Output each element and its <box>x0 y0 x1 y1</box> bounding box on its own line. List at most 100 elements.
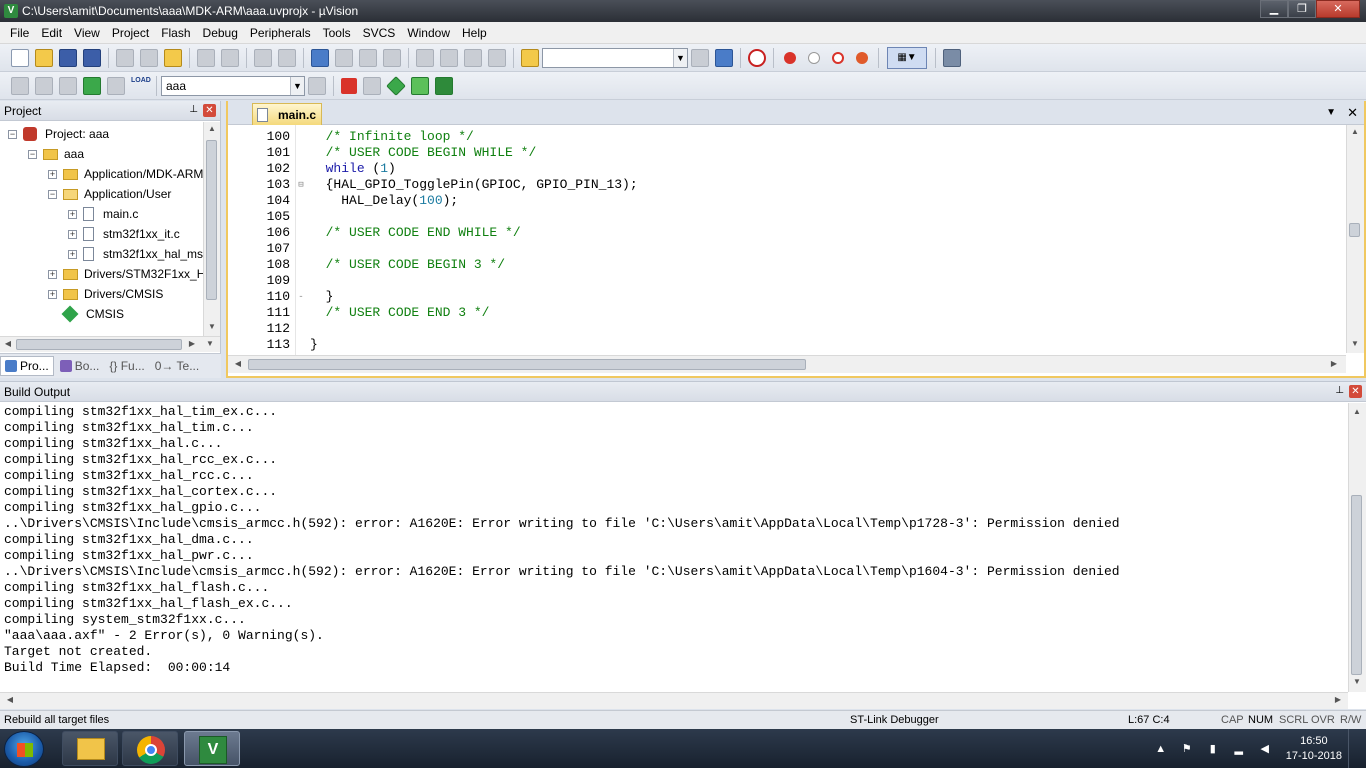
pin-icon[interactable]: ⊥ <box>189 104 198 115</box>
taskbar-chrome-button[interactable] <box>122 731 178 766</box>
kill-breakpoints-icon[interactable] <box>856 51 868 64</box>
maximize-button[interactable]: ❐ <box>1288 0 1316 18</box>
scroll-down-icon[interactable]: ▼ <box>202 339 218 348</box>
close-button[interactable]: ✕ <box>1316 0 1360 18</box>
menu-peripherals[interactable]: Peripherals <box>244 23 317 43</box>
tab-templates[interactable]: 0→ Te... <box>151 356 203 376</box>
manage-project-items-icon[interactable] <box>341 77 357 94</box>
taskbar-uvision-button[interactable]: V <box>184 731 240 766</box>
menu-view[interactable]: View <box>68 23 106 43</box>
prev-bookmark-icon[interactable] <box>335 48 353 67</box>
expand-icon[interactable]: + <box>68 249 77 259</box>
close-icon[interactable]: ✕ <box>203 104 216 117</box>
bookmark-icon[interactable] <box>311 48 329 67</box>
action-center-flag-icon[interactable]: ⚑ <box>1180 742 1194 756</box>
editor-vscroll[interactable]: ▲ ▼ <box>1346 125 1364 353</box>
menu-file[interactable]: File <box>4 23 35 43</box>
collapse-icon[interactable]: − <box>8 129 17 139</box>
select-packs-icon[interactable] <box>363 76 381 95</box>
tree-item-main-c[interactable]: + main.c <box>68 204 138 224</box>
tab-main-c[interactable]: main.c <box>252 103 322 125</box>
batch-build-icon[interactable] <box>83 76 101 95</box>
battery-icon[interactable]: ▮ <box>1206 742 1220 756</box>
incremental-find-icon[interactable] <box>715 48 733 67</box>
scroll-down-icon[interactable]: ▼ <box>1347 339 1363 348</box>
scroll-thumb[interactable] <box>248 359 806 370</box>
fold-marker-icon[interactable]: ⊟ <box>296 177 306 193</box>
scroll-right-icon[interactable]: ▶ <box>1326 359 1342 368</box>
tab-list-icon[interactable]: ▼ <box>1326 107 1336 118</box>
pack-installer-icon[interactable] <box>411 76 429 95</box>
configure-icon[interactable] <box>943 48 961 67</box>
target-select[interactable]: aaa ▼ <box>161 75 305 96</box>
scroll-right-icon[interactable]: ▶ <box>1330 695 1346 704</box>
collapse-icon[interactable]: − <box>28 149 37 159</box>
code-area[interactable]: 100 101 102 103 104 105 106 107 108 109 110 111 112 1… <box>228 125 1350 355</box>
target-options-icon[interactable] <box>308 76 326 95</box>
scroll-left-icon[interactable]: ◀ <box>230 359 246 368</box>
show-desktop-button[interactable] <box>1348 729 1358 768</box>
tree-item-target-aaa[interactable]: − aaa <box>28 144 84 164</box>
menu-project[interactable]: Project <box>106 23 155 43</box>
menu-window[interactable]: Window <box>401 23 456 43</box>
menu-debug[interactable]: Debug <box>197 23 244 43</box>
tab-functions[interactable]: {} Fu... <box>105 356 148 376</box>
menu-svcs[interactable]: SVCS <box>357 23 402 43</box>
find-combo[interactable]: ▼ <box>542 47 688 68</box>
manage-run-time-environment-icon[interactable] <box>386 75 406 96</box>
menu-flash[interactable]: Flash <box>155 23 196 43</box>
uncomment-icon[interactable] <box>488 48 506 67</box>
expand-icon[interactable]: + <box>68 209 77 219</box>
device-database-icon[interactable] <box>435 76 453 95</box>
tree-item-stm32f1xx-it-c[interactable]: + stm32f1xx_it.c <box>68 224 180 244</box>
tree-item-application-user[interactable]: − Application/User <box>48 184 171 204</box>
save-icon[interactable] <box>59 48 77 67</box>
save-all-icon[interactable] <box>83 48 101 67</box>
scroll-up-icon[interactable]: ▲ <box>1349 407 1365 416</box>
menu-help[interactable]: Help <box>456 23 493 43</box>
tree-item-application-mdk-arm[interactable]: + Application/MDK-ARM <box>48 164 203 184</box>
cut-icon[interactable] <box>116 48 134 67</box>
unindent-icon[interactable] <box>440 48 458 67</box>
find-icon[interactable] <box>691 48 709 67</box>
tree-item-drivers-stm32f1xx-hal[interactable]: + Drivers/STM32F1xx_HAL_Driver <box>48 264 203 284</box>
translate-icon[interactable] <box>11 76 29 95</box>
minimize-button[interactable]: ▁ <box>1260 0 1288 18</box>
open-file-icon[interactable] <box>35 48 53 67</box>
close-icon[interactable]: ✕ <box>1347 105 1358 121</box>
scroll-up-icon[interactable]: ▲ <box>1347 127 1363 136</box>
scroll-thumb[interactable] <box>16 339 182 350</box>
expand-icon[interactable]: + <box>48 169 57 179</box>
indent-icon[interactable] <box>416 48 434 67</box>
debug-session-icon[interactable] <box>748 48 766 67</box>
scroll-thumb[interactable] <box>1351 495 1362 675</box>
find-in-files-icon[interactable] <box>521 48 539 67</box>
show-hidden-icons-icon[interactable]: ▲ <box>1154 742 1168 756</box>
clock[interactable]: 16:50 17-10-2018 <box>1286 734 1342 764</box>
next-bookmark-icon[interactable] <box>359 48 377 67</box>
scroll-left-icon[interactable]: ◀ <box>0 339 16 348</box>
scroll-down-icon[interactable]: ▼ <box>1349 677 1365 686</box>
build-output-hscroll[interactable]: ◀ ▶ <box>0 692 1348 709</box>
pin-icon[interactable]: ⊥ <box>1335 385 1344 396</box>
disable-breakpoints-icon[interactable] <box>832 51 844 64</box>
menu-edit[interactable]: Edit <box>35 23 68 43</box>
scroll-thumb[interactable] <box>1349 223 1360 237</box>
project-tree-vscroll[interactable]: ▲ ▼ <box>203 122 220 336</box>
taskbar-explorer-button[interactable] <box>62 731 118 766</box>
tab-project[interactable]: Pro... <box>0 356 54 376</box>
tree-item-project[interactable]: − Project: aaa <box>8 124 109 144</box>
scroll-left-icon[interactable]: ◀ <box>2 695 18 704</box>
clear-bookmarks-icon[interactable] <box>383 48 401 67</box>
build-icon[interactable] <box>35 76 53 95</box>
chevron-down-icon[interactable]: ▼ <box>673 48 687 67</box>
redo-icon[interactable] <box>221 48 239 67</box>
copy-icon[interactable] <box>140 48 158 67</box>
network-signal-icon[interactable]: ▂ <box>1232 742 1246 756</box>
close-icon[interactable]: ✕ <box>1349 385 1362 398</box>
collapse-icon[interactable]: − <box>48 189 57 199</box>
editor-hscroll[interactable]: ◀ ▶ <box>228 355 1346 373</box>
project-tree-hscroll[interactable]: ◀ ▶ ▼ <box>0 336 220 352</box>
rebuild-icon[interactable] <box>59 76 77 95</box>
tree-item-drivers-cmsis[interactable]: + Drivers/CMSIS <box>48 284 163 304</box>
